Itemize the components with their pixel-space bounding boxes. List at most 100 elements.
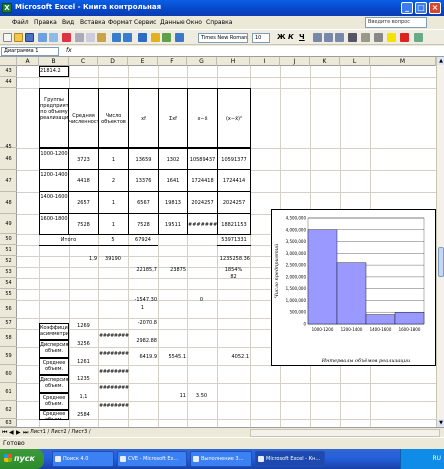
cell-d63-overflow[interactable]: ######## bbox=[99, 369, 129, 375]
table-cell[interactable]: 10591377 bbox=[217, 148, 251, 170]
cell-b43[interactable]: 21814.2 bbox=[39, 66, 69, 77]
row-header[interactable]: 56 bbox=[0, 300, 17, 318]
preview-icon[interactable] bbox=[49, 33, 58, 42]
cell-e54[interactable]: 22185,7 bbox=[128, 267, 157, 275]
col-header-j[interactable]: J bbox=[280, 57, 310, 66]
row-header[interactable]: 58 bbox=[0, 329, 17, 347]
cell-b64[interactable]: Дисперсия объем. bbox=[39, 375, 69, 393]
cell-e61[interactable]: 6419.9 bbox=[128, 354, 158, 362]
table-cell[interactable]: 7528 bbox=[128, 213, 159, 235]
taskbar-button-active[interactable]: Microsoft Excel - Кн... bbox=[255, 451, 325, 467]
cell-c60[interactable]: 1269 bbox=[69, 323, 98, 331]
sheet-next-icon[interactable]: ▶ bbox=[16, 429, 21, 436]
taskbar-button[interactable]: CVE - Microsoft Ex... bbox=[117, 451, 187, 467]
cell-d64-overflow[interactable]: ######## bbox=[99, 385, 129, 391]
table-cell[interactable]: 1724418 bbox=[187, 169, 218, 192]
cell-e60[interactable]: 2982.88 bbox=[128, 338, 157, 346]
underline-button[interactable]: Ч bbox=[299, 33, 305, 41]
menu-format[interactable]: Формат bbox=[108, 19, 132, 26]
table-header-groups[interactable]: Группы предприятий по объему реализации bbox=[39, 88, 69, 148]
cell-b62[interactable]: Дисперсия объем. bbox=[39, 340, 69, 358]
hyperlink-icon[interactable] bbox=[138, 33, 147, 42]
table-cell[interactable]: 1 bbox=[98, 148, 129, 170]
cell-c64[interactable]: 1235 bbox=[69, 376, 98, 384]
cell-b60[interactable]: Коэффициент асимметрии bbox=[39, 323, 69, 340]
cell-c65[interactable]: 1,1 bbox=[69, 394, 98, 402]
spelling-icon[interactable] bbox=[62, 33, 71, 42]
open-icon[interactable] bbox=[14, 33, 23, 42]
table-total-label[interactable]: Итого bbox=[39, 235, 98, 246]
col-header-k[interactable]: K bbox=[310, 57, 340, 66]
table-total-count[interactable]: 5 bbox=[98, 235, 128, 246]
table-total-sq[interactable]: 53971331 bbox=[217, 235, 251, 246]
styles-icon[interactable] bbox=[414, 33, 423, 42]
menu-help[interactable]: Справка bbox=[206, 19, 232, 26]
menu-insert[interactable]: Вставка bbox=[80, 19, 105, 26]
cell-c53[interactable]: 1,9 bbox=[69, 256, 97, 264]
col-header-a[interactable]: A bbox=[17, 57, 39, 66]
redo-icon[interactable] bbox=[123, 33, 132, 42]
table-cell[interactable]: 1724414 bbox=[217, 169, 251, 192]
table-cell[interactable]: 2657 bbox=[68, 191, 99, 214]
new-icon[interactable] bbox=[3, 33, 12, 42]
bold-button[interactable]: Ж bbox=[277, 33, 286, 41]
name-box[interactable]: Диаграмма 1 bbox=[1, 47, 59, 56]
row-header[interactable]: 54 bbox=[0, 278, 17, 289]
table-cell[interactable]: 18821153 bbox=[217, 213, 251, 235]
table-cell[interactable]: 2 bbox=[98, 169, 129, 192]
maximize-button[interactable]: □ bbox=[415, 2, 427, 14]
col-header-l[interactable]: L bbox=[340, 57, 370, 66]
col-header-d[interactable]: D bbox=[98, 57, 128, 66]
cell-h54-sub[interactable]: 82 bbox=[217, 274, 250, 281]
table-cell[interactable]: 2024257 bbox=[217, 191, 251, 214]
table-row-label[interactable]: 1400-1600 bbox=[39, 191, 69, 214]
table-cell[interactable]: 3723 bbox=[68, 148, 99, 170]
cell-g57[interactable]: 0 bbox=[187, 297, 216, 305]
table-total-xf[interactable]: 67924 bbox=[128, 235, 158, 246]
table-header-dev-sq[interactable]: (x−x̄)² bbox=[217, 88, 251, 148]
save-icon[interactable] bbox=[25, 33, 34, 42]
col-header-b[interactable]: B bbox=[39, 57, 69, 66]
cell-g65[interactable]: 3.50 bbox=[187, 393, 216, 401]
sheet-first-icon[interactable]: ⏮ bbox=[2, 429, 7, 437]
row-header[interactable]: 60 bbox=[0, 365, 17, 383]
copy-icon[interactable] bbox=[86, 33, 95, 42]
language-indicator[interactable]: RU bbox=[432, 455, 441, 462]
cell-c62[interactable]: 3256 bbox=[69, 341, 98, 349]
menu-edit[interactable]: Правка bbox=[34, 19, 57, 26]
col-header-g[interactable]: G bbox=[187, 57, 217, 66]
cell-b65[interactable]: Среднее объем. bbox=[39, 393, 69, 410]
row-header[interactable]: 49 bbox=[0, 214, 17, 234]
table-header-xf[interactable]: xf bbox=[128, 88, 159, 148]
cell-b66[interactable]: Среднее объем. bbox=[39, 410, 69, 420]
row-header[interactable]: 48 bbox=[0, 192, 17, 214]
col-header-m[interactable]: M bbox=[370, 57, 436, 66]
font-name-select[interactable]: Times New Roman bbox=[198, 33, 248, 43]
row-header[interactable]: 55 bbox=[0, 289, 17, 300]
table-cell[interactable]: 2024257 bbox=[187, 191, 218, 214]
table-cell[interactable]: 10589437 bbox=[187, 148, 218, 170]
cell-e59[interactable]: -2070.8 bbox=[128, 320, 157, 328]
cell-f65[interactable]: 11 bbox=[158, 393, 186, 401]
cell-e57[interactable]: -1547.30 bbox=[128, 297, 157, 305]
italic-button[interactable]: К bbox=[288, 33, 294, 41]
autosum-icon[interactable] bbox=[151, 33, 160, 42]
table-cell[interactable]: 19813 bbox=[158, 191, 188, 214]
table-row-label[interactable]: 1600-1800 bbox=[39, 213, 69, 235]
table-cell[interactable]: 13659 bbox=[128, 148, 159, 170]
table-cell[interactable]: 1 bbox=[98, 213, 129, 235]
cell-d53[interactable]: 39190 bbox=[98, 256, 128, 264]
scroll-down-arrow[interactable]: ▼ bbox=[437, 419, 444, 427]
table-cell[interactable]: 1641 bbox=[158, 169, 188, 192]
borders-icon[interactable] bbox=[374, 33, 383, 42]
table-header-avg[interactable]: Средняя численность bbox=[68, 88, 99, 148]
horizontal-scrollbar[interactable] bbox=[250, 429, 440, 437]
row-header[interactable]: 47 bbox=[0, 170, 17, 192]
col-header-e[interactable]: E bbox=[128, 57, 158, 66]
vertical-scroll-thumb[interactable] bbox=[438, 247, 444, 277]
close-button[interactable]: × bbox=[429, 2, 441, 14]
cell-h53[interactable]: 1235258.36 bbox=[217, 256, 250, 264]
table-cell[interactable]: 7528 bbox=[68, 213, 99, 235]
menu-view[interactable]: Вид bbox=[62, 19, 74, 26]
fx-label[interactable]: fx bbox=[66, 47, 72, 54]
